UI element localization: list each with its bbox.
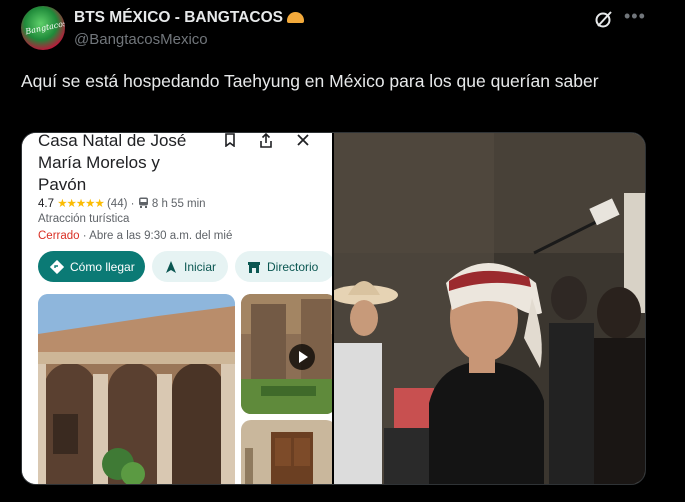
courtyard-photo-image (38, 294, 235, 484)
directions-icon (50, 259, 64, 274)
avatar-logo-text: Bangtacos (24, 18, 65, 37)
door-photo[interactable] (241, 420, 332, 484)
travel-time: 8 h 55 min (151, 198, 206, 210)
bookmark-icon (219, 133, 241, 153)
navigation-icon (166, 260, 176, 273)
display-name-text: BTS MÉXICO - BANGTACOS (74, 9, 283, 26)
tweet-text: Aquí se está hospedando Taehyung en Méxi… (21, 71, 599, 91)
avatar[interactable]: Bangtacos (21, 6, 65, 50)
maps-screenshot[interactable]: Casa Natal de José María Morelos y Pavón… (22, 133, 332, 484)
place-title: Casa Natal de José María Morelos y Pavón (38, 133, 187, 194)
tweet-media[interactable]: Casa Natal de José María Morelos y Pavón… (21, 132, 646, 485)
closed-label: Cerrado (38, 230, 80, 242)
place-category: Atracción turística (38, 213, 130, 225)
church-photo-image (241, 294, 332, 414)
rating-stars: ★★★★★ (57, 198, 105, 210)
more-icon[interactable]: ••• (624, 6, 646, 27)
opening-hours: Abre a las 9:30 a.m. del mié (89, 230, 233, 242)
directions-label: Cómo llegar (70, 259, 135, 274)
close-icon (292, 133, 314, 153)
share-icon (255, 133, 277, 153)
play-icon[interactable] (289, 344, 315, 370)
grok-icon[interactable] (594, 9, 614, 29)
directory-button[interactable]: Directorio (235, 251, 332, 282)
person-photo-image (334, 133, 645, 484)
review-count: (44) (106, 198, 128, 210)
start-label: Iniciar (184, 259, 217, 274)
rating-value: 4.7 (38, 198, 54, 210)
directory-label: Directorio (267, 259, 319, 274)
transit-icon (138, 197, 148, 208)
user-handle[interactable]: @BangtacosMexico (74, 31, 208, 48)
open-status: Cerrado · Abre a las 9:30 a.m. del mié (38, 230, 233, 242)
taco-emoji-icon (286, 12, 304, 23)
rating-row: 4.7 ★★★★★ (44) · 8 h 55 min (38, 196, 206, 210)
bullet-dot: · (130, 198, 135, 210)
display-name[interactable]: BTS MÉXICO - BANGTACOS (74, 9, 304, 27)
directory-icon (248, 261, 260, 273)
video-thumbnail[interactable] (241, 294, 332, 414)
start-button[interactable]: Iniciar (152, 251, 228, 282)
courtyard-photo[interactable] (38, 294, 235, 484)
directions-button[interactable]: Cómo llegar (38, 251, 145, 282)
person-photo[interactable] (334, 133, 645, 484)
door-photo-image (241, 420, 332, 484)
